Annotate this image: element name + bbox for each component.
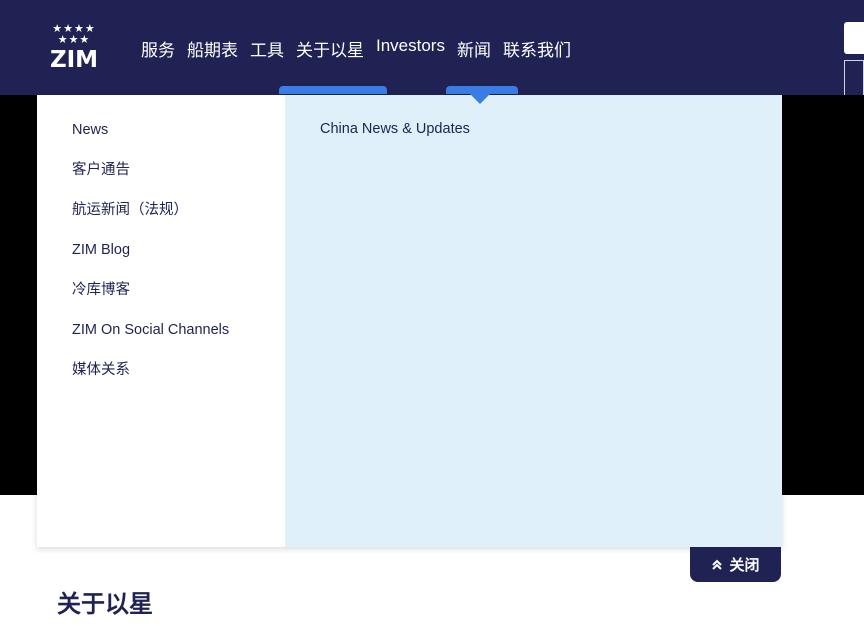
menu-item-social-channels[interactable]: ZIM On Social Channels — [72, 321, 229, 361]
nav-item-contact[interactable]: 联系我们 — [503, 36, 571, 61]
nav-item-news[interactable]: 新闻 — [457, 36, 491, 61]
nav-item-tools[interactable]: 工具 — [250, 36, 284, 61]
menu-item-customer-advisories[interactable]: 客户通告 — [72, 161, 229, 201]
menu-item-shipping-news-regulations[interactable]: 航运新闻（法规） — [72, 201, 229, 241]
menu-item-zim-blog[interactable]: ZIM Blog — [72, 241, 229, 281]
main-nav: 服务 船期表 工具 关于以星 Investors 新闻 联系我们 — [141, 36, 571, 61]
nav-caret-indicator — [470, 94, 490, 104]
menu-item-reefer-blog[interactable]: 冷库博客 — [72, 281, 229, 321]
news-mega-menu: News 客户通告 航运新闻（法规） ZIM Blog 冷库博客 ZIM On … — [37, 95, 782, 547]
nav-hover-indicator — [279, 86, 387, 94]
zim-logo[interactable]: ★★★★ ★★★ ZIM — [46, 24, 102, 74]
site-header: ★★★★ ★★★ ZIM 服务 船期表 工具 关于以星 Investors 新闻 … — [0, 0, 864, 152]
mega-menu-left-column: News 客户通告 航运新闻（法规） ZIM Blog 冷库博客 ZIM On … — [37, 95, 285, 547]
menu-item-news[interactable]: News — [72, 121, 229, 161]
nav-item-schedules[interactable]: 船期表 — [187, 36, 238, 61]
logo-text: ZIM — [49, 47, 99, 73]
nav-item-services[interactable]: 服务 — [141, 36, 175, 61]
search-box-edge[interactable] — [844, 22, 864, 54]
nav-item-investors[interactable]: Investors — [376, 36, 445, 61]
nav-item-about[interactable]: 关于以星 — [296, 36, 364, 61]
section-title: 关于以星 — [57, 591, 153, 618]
news-menu-list: News 客户通告 航运新闻（法规） ZIM Blog 冷库博客 ZIM On … — [72, 121, 229, 401]
close-menu-button[interactable]: 关闭 — [690, 547, 781, 582]
nav-active-indicator — [446, 86, 518, 94]
double-chevron-up-icon — [712, 559, 723, 570]
logo-stars: ★★★★ ★★★ — [52, 23, 96, 46]
close-label: 关闭 — [729, 557, 760, 574]
submenu-item-china-news[interactable]: China News & Updates — [320, 121, 470, 137]
menu-item-media-relations[interactable]: 媒体关系 — [72, 361, 229, 401]
mega-menu-right-column: China News & Updates — [285, 95, 782, 547]
